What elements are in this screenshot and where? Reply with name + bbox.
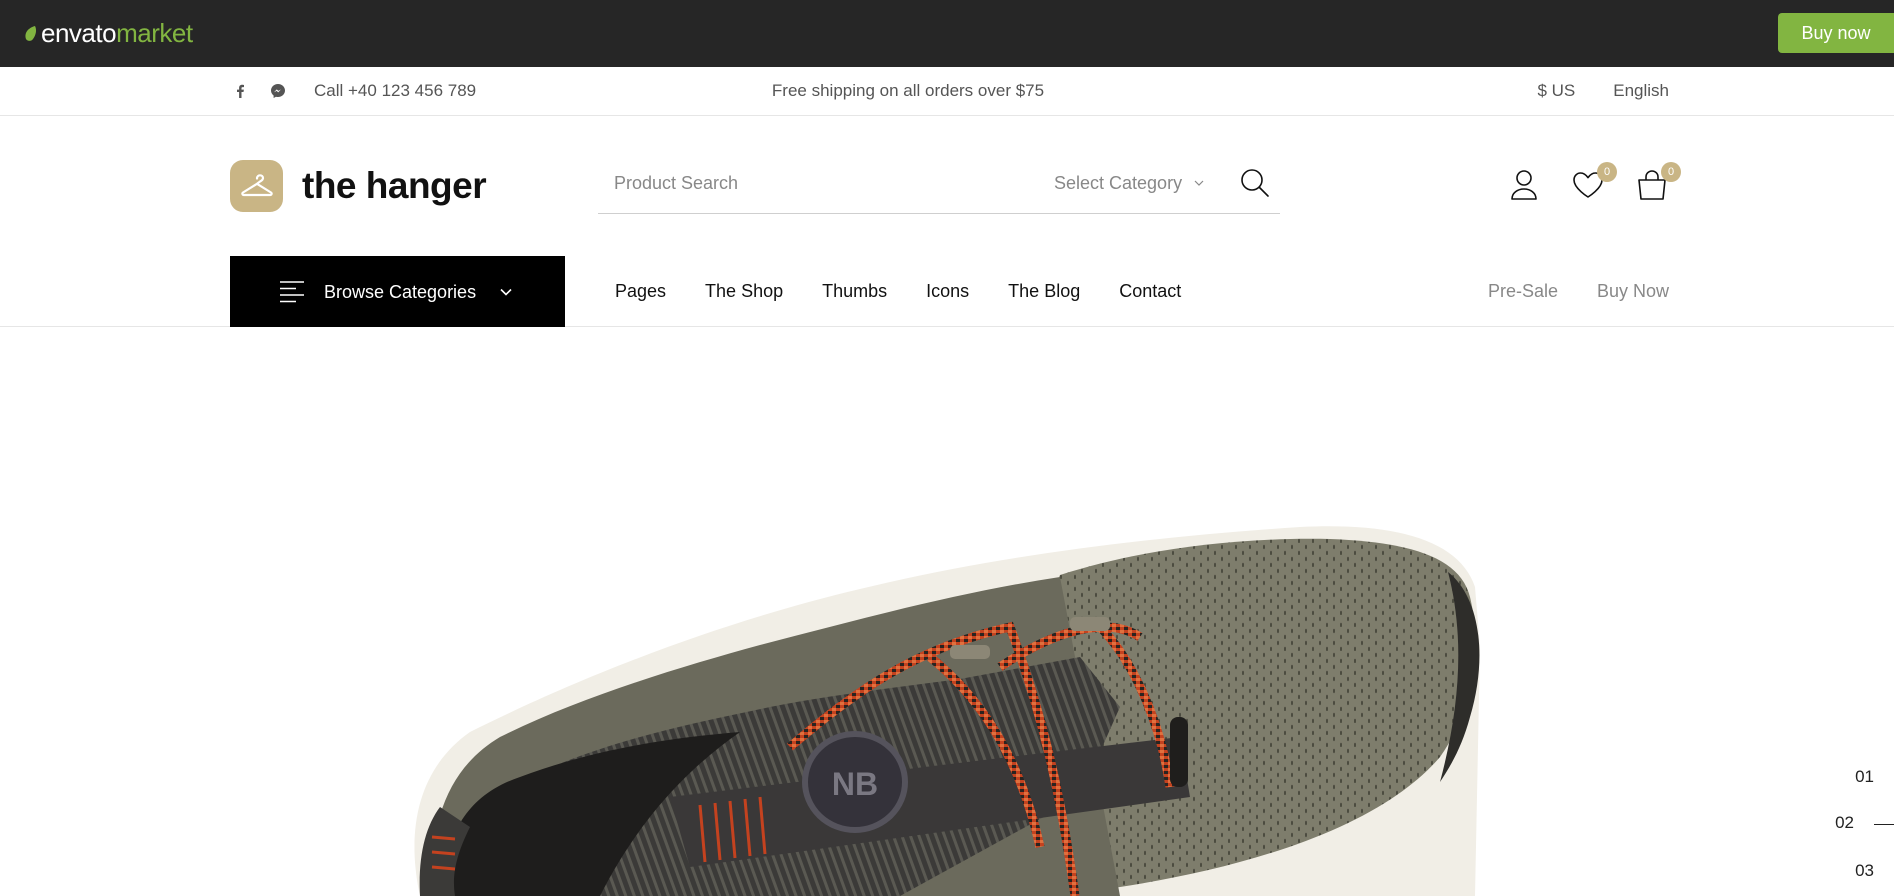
slide-number-2[interactable]: 02 xyxy=(1835,813,1854,833)
utility-left: Call +40 123 456 789 xyxy=(230,67,476,115)
secondary-menu: Pre-Sale Buy Now xyxy=(1488,256,1669,327)
user-icon xyxy=(1511,170,1537,200)
product-search: Select Category xyxy=(598,154,1280,214)
chevron-down-icon xyxy=(500,288,512,296)
hanger-icon xyxy=(240,174,273,197)
search-icon xyxy=(1241,169,1269,197)
search-input[interactable] xyxy=(614,154,1014,212)
sneaker-product-image: NB xyxy=(414,526,1480,896)
nav-item-pre-sale[interactable]: Pre-Sale xyxy=(1488,281,1558,302)
nav-item-pages[interactable]: Pages xyxy=(615,281,666,302)
slide-number-1[interactable]: 01 xyxy=(1855,767,1874,787)
logo-text: the hanger xyxy=(302,165,487,206)
facebook-icon[interactable] xyxy=(230,81,250,101)
account-button[interactable] xyxy=(1507,168,1541,202)
envato-logo[interactable]: envato market xyxy=(24,17,193,49)
wishlist-button[interactable]: 0 xyxy=(1571,162,1617,202)
wishlist-count-badge: 0 xyxy=(1597,162,1617,182)
envato-logo-text: envato xyxy=(41,17,117,48)
search-button[interactable] xyxy=(1238,166,1272,200)
site-logo[interactable]: the hanger xyxy=(230,160,487,212)
chevron-down-icon xyxy=(1194,180,1204,186)
hanger-logo-badge xyxy=(230,160,283,212)
hero-slider: NB 01 02 03 xyxy=(0,327,1894,896)
browse-categories-label: Browse Categories xyxy=(324,281,477,302)
nav-item-the-shop[interactable]: The Shop xyxy=(705,281,783,302)
market-logo-text: market xyxy=(116,17,193,48)
shipping-notice: Free shipping on all orders over $75 xyxy=(771,81,1045,100)
active-slide-indicator xyxy=(1874,824,1894,825)
site-header: the hanger Select Category 0 0 xyxy=(0,116,1894,256)
utility-bar: Call +40 123 456 789 Free shipping on al… xyxy=(0,67,1894,116)
cart-button[interactable]: 0 xyxy=(1635,162,1681,202)
nav-item-buy-now[interactable]: Buy Now xyxy=(1597,281,1669,302)
nav-item-contact[interactable]: Contact xyxy=(1119,281,1181,302)
svg-text:NB: NB xyxy=(832,766,878,802)
utility-right: $ US English xyxy=(1537,67,1669,115)
currency-switcher[interactable]: $ US xyxy=(1537,81,1575,101)
main-menu: Pages The Shop Thumbs Icons The Blog Con… xyxy=(615,256,1181,327)
category-select[interactable]: Select Category xyxy=(1054,154,1204,212)
envato-leaf-icon xyxy=(25,25,37,41)
menu-lines-icon xyxy=(280,281,304,303)
phone-number[interactable]: Call +40 123 456 789 xyxy=(314,81,476,101)
cart-count-badge: 0 xyxy=(1661,162,1681,182)
browse-categories-button[interactable]: Browse Categories xyxy=(230,256,565,328)
envato-buy-now-button[interactable]: Buy now xyxy=(1778,13,1894,53)
slide-number-3[interactable]: 03 xyxy=(1855,861,1874,881)
category-select-label: Select Category xyxy=(1054,172,1183,193)
header-icons: 0 0 xyxy=(1507,162,1681,202)
messenger-icon[interactable] xyxy=(268,81,288,101)
language-switcher[interactable]: English xyxy=(1613,81,1669,101)
nav-item-thumbs[interactable]: Thumbs xyxy=(822,281,887,302)
nav-item-the-blog[interactable]: The Blog xyxy=(1008,281,1080,302)
nav-item-icons[interactable]: Icons xyxy=(926,281,969,302)
navigation-row: Browse Categories Pages The Shop Thumbs … xyxy=(0,256,1894,328)
envato-top-bar: envato market Buy now xyxy=(0,0,1894,67)
